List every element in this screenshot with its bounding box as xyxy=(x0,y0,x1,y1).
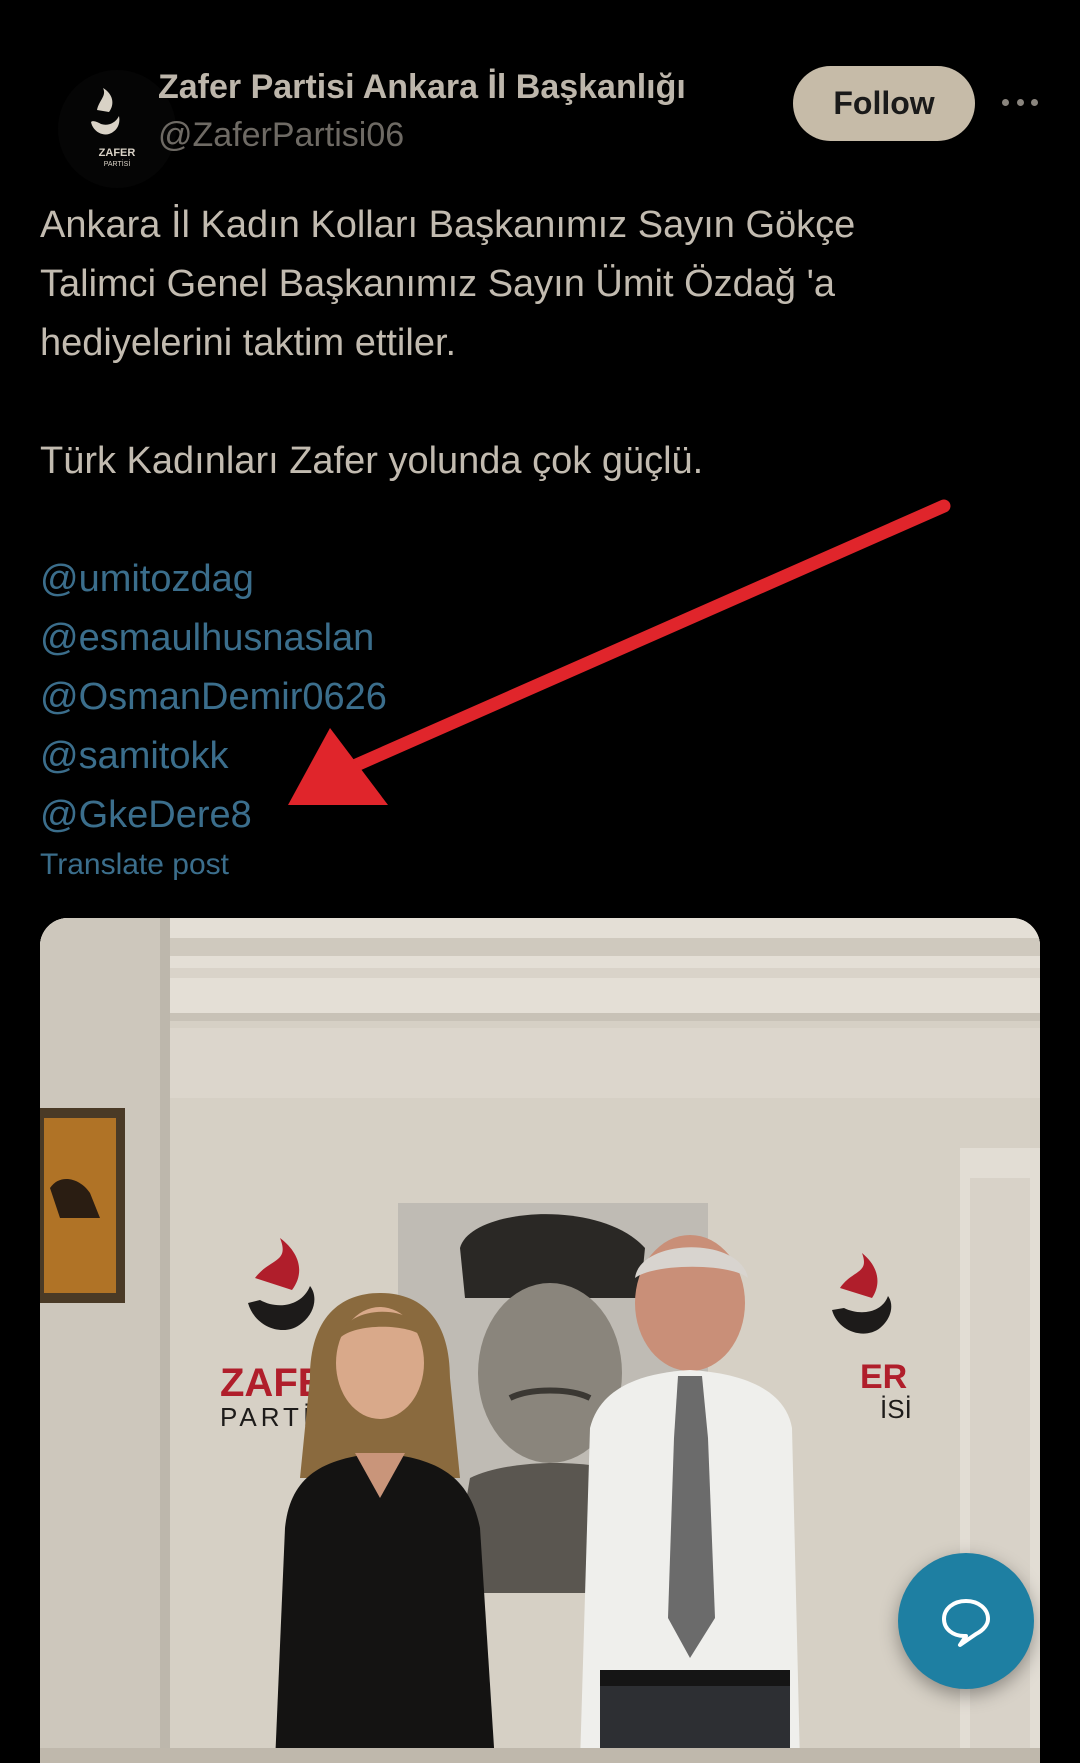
more-options-icon[interactable] xyxy=(1002,90,1038,114)
wall-logo-subtext: PARTİ xyxy=(220,1402,314,1432)
dot xyxy=(1002,98,1009,106)
mention-link[interactable]: @umitozdag xyxy=(40,550,1040,609)
wall-logo-subtext: İSİ xyxy=(880,1394,912,1424)
chat-fab-button[interactable] xyxy=(898,1553,1034,1689)
tweet-line: hediyelerini taktim ettiler. xyxy=(40,322,457,364)
dot xyxy=(1031,98,1038,106)
chat-bubble-icon xyxy=(942,1599,990,1647)
dot xyxy=(1016,98,1024,106)
user-handle[interactable]: @ZaferPartisi06 xyxy=(158,116,404,155)
wall-logo-text: ER xyxy=(860,1358,907,1396)
tweet-line: Talimci Genel Başkanımız Sayın Ümit Özda… xyxy=(40,263,835,305)
follow-button[interactable]: Follow xyxy=(793,66,975,141)
tweet-line: Türk Kadınları Zafer yolunda çok güçlü. xyxy=(40,440,704,482)
tweet-line: Ankara İl Kadın Kolları Başkanımız Sayın… xyxy=(40,204,856,246)
tweet-body: Ankara İl Kadın Kolları Başkanımız Sayın… xyxy=(40,196,1040,845)
photo-scene: ZAFER PARTİ ER İSİ xyxy=(40,918,1040,1763)
mention-link[interactable]: @samitokk xyxy=(40,727,1040,786)
tweet-page: ZAFER PARTİSİ Zafer Partisi Ankara İl Ba… xyxy=(0,0,1080,1763)
display-name[interactable]: Zafer Partisi Ankara İl Başkanlığı xyxy=(158,68,686,107)
tweet-photo[interactable]: ZAFER PARTİ ER İSİ xyxy=(40,918,1040,1763)
mention-link[interactable]: @OsmanDemir0626 xyxy=(40,668,1040,727)
avatar-text: ZAFER xyxy=(99,147,136,159)
mention-link[interactable]: @GkeDere8 xyxy=(40,786,1040,845)
translate-post-link[interactable]: Translate post xyxy=(40,848,229,882)
avatar-subtext: PARTİSİ xyxy=(104,159,131,168)
mention-link[interactable]: @esmaulhusnaslan xyxy=(40,609,1040,668)
